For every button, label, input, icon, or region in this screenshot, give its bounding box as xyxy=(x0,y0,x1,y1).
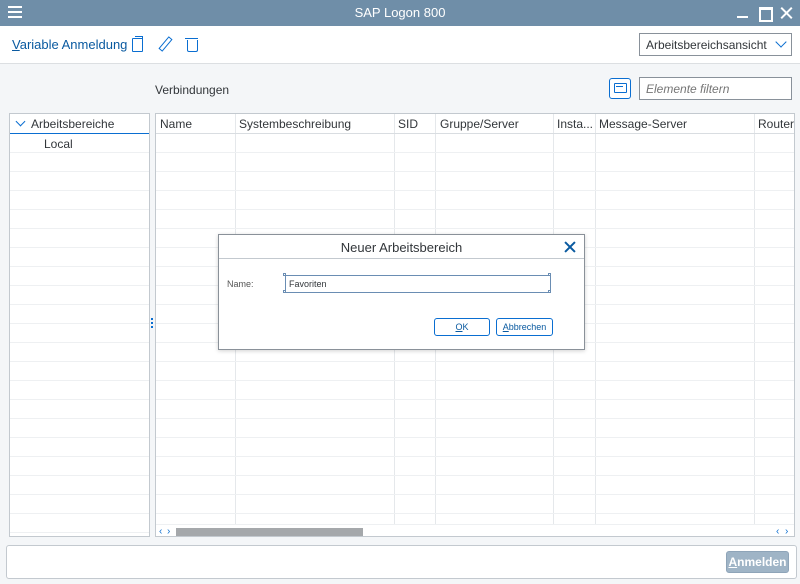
tree-empty-row xyxy=(10,476,149,495)
tree-empty-row xyxy=(10,229,149,248)
column-header-message-server[interactable]: Message-Server xyxy=(599,117,751,131)
filter-input[interactable] xyxy=(639,77,792,100)
table-row xyxy=(156,134,794,153)
table-row xyxy=(156,362,794,381)
table-row xyxy=(156,381,794,400)
tree-item-local[interactable]: Local xyxy=(10,134,149,153)
ok-button[interactable]: OK xyxy=(434,318,490,336)
column-header-sid[interactable]: SID xyxy=(398,117,432,131)
panel-splitter-handle[interactable] xyxy=(151,318,154,332)
table-row xyxy=(156,191,794,210)
table-row xyxy=(156,419,794,438)
column-header-description[interactable]: Systembeschreibung xyxy=(239,117,391,131)
connections-label: Verbindungen xyxy=(155,83,230,97)
tree-empty-row xyxy=(10,419,149,438)
new-workspace-dialog: Neuer Arbeitsbereich Name: OK Abbrechen xyxy=(218,234,585,350)
cancel-button[interactable]: Abbrechen xyxy=(496,318,553,336)
tree-empty-row xyxy=(10,381,149,400)
logon-button[interactable]: Anmelden xyxy=(726,551,789,573)
tree-empty-row xyxy=(10,457,149,476)
tree-header-workspaces[interactable]: Arbeitsbereiche xyxy=(10,114,149,134)
title-bar: SAP Logon 800 xyxy=(0,0,800,26)
table-row xyxy=(156,153,794,172)
table-row xyxy=(156,172,794,191)
scrollbar-thumb[interactable] xyxy=(176,528,363,536)
maximize-icon[interactable] xyxy=(756,3,774,23)
close-icon[interactable] xyxy=(564,241,576,253)
table-row xyxy=(156,210,794,229)
minimize-icon[interactable] xyxy=(734,3,752,23)
selection-handle xyxy=(548,273,551,276)
tree-empty-row xyxy=(10,286,149,305)
bottom-bar xyxy=(6,545,797,579)
scroll-left-icon[interactable]: ‹ xyxy=(159,526,162,536)
copy-icon[interactable] xyxy=(129,36,145,52)
tree-empty-row xyxy=(10,514,149,533)
horizontal-scrollbar[interactable]: ‹ › ‹ › xyxy=(156,524,794,536)
tree-header-label: Arbeitsbereiche xyxy=(31,117,115,131)
table-row xyxy=(156,457,794,476)
tree-empty-row xyxy=(10,153,149,172)
selection-handle xyxy=(283,290,286,293)
scroll-left-icon[interactable]: ‹ xyxy=(776,526,779,536)
tree-empty-row xyxy=(10,172,149,191)
tree-empty-row xyxy=(10,343,149,362)
selection-handle xyxy=(283,273,286,276)
table-row xyxy=(156,476,794,495)
tree-empty-row xyxy=(10,267,149,286)
column-header-instance[interactable]: Insta... xyxy=(557,117,593,131)
tree-empty-row xyxy=(10,305,149,324)
tree-empty-row xyxy=(10,495,149,514)
table-row xyxy=(156,400,794,419)
trash-icon[interactable] xyxy=(184,36,200,52)
table-header: Name Systembeschreibung SID Gruppe/Serve… xyxy=(156,114,794,134)
column-header-router[interactable]: Router xyxy=(758,117,794,131)
table-row xyxy=(156,495,794,514)
tree-empty-row xyxy=(10,324,149,343)
tree-empty-row xyxy=(10,210,149,229)
chevron-down-icon xyxy=(775,36,787,48)
tree-empty-row xyxy=(10,191,149,210)
message-icon[interactable] xyxy=(609,78,631,99)
view-select[interactable]: Arbeitsbereichsansicht xyxy=(639,33,792,56)
view-select-value: Arbeitsbereichsansicht xyxy=(646,38,767,52)
pencil-icon[interactable] xyxy=(156,36,172,52)
tree-empty-row xyxy=(10,362,149,381)
tree-empty-row xyxy=(10,248,149,267)
variable-logon-link[interactable]: Variable Anmeldung xyxy=(12,37,127,52)
workspace-tree: Arbeitsbereiche Local xyxy=(9,113,150,537)
window-close-icon[interactable] xyxy=(778,3,796,23)
column-header-name[interactable]: Name xyxy=(160,117,232,131)
name-label: Name: xyxy=(227,279,254,289)
table-row xyxy=(156,438,794,457)
name-input[interactable] xyxy=(285,275,551,293)
dialog-title: Neuer Arbeitsbereich xyxy=(219,235,584,259)
scroll-right-icon[interactable]: › xyxy=(785,526,788,536)
window-title: SAP Logon 800 xyxy=(354,5,446,20)
scroll-right-icon[interactable]: › xyxy=(167,526,170,536)
column-header-group-server[interactable]: Gruppe/Server xyxy=(440,117,550,131)
tree-empty-row xyxy=(10,400,149,419)
selection-handle xyxy=(548,290,551,293)
chevron-down-icon[interactable] xyxy=(15,116,26,127)
tree-empty-row xyxy=(10,438,149,457)
